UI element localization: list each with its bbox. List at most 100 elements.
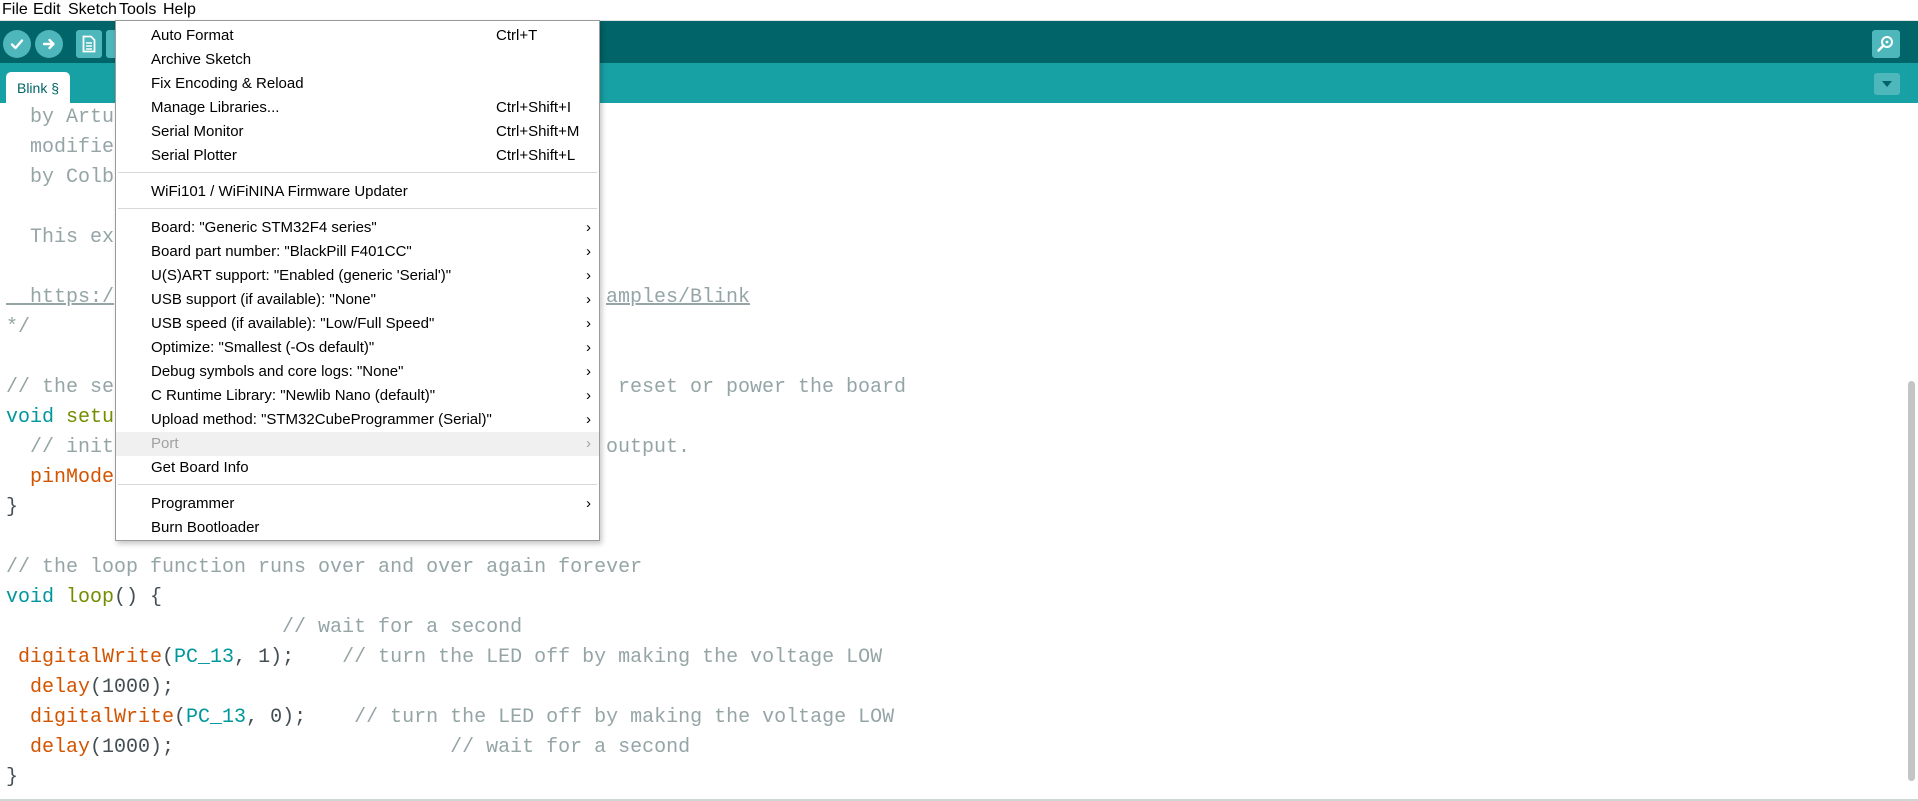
menu-separator: [118, 172, 597, 173]
submenu-arrow-icon: ›: [586, 411, 591, 428]
code-line: }: [6, 496, 19, 519]
menu-item-get-board-info[interactable]: Get Board Info: [116, 456, 599, 480]
menu-item-label: Upload method: "STM32CubeProgrammer (Ser…: [151, 411, 492, 428]
code-function-name: loop: [54, 586, 115, 609]
menu-item-programmer[interactable]: Programmer ›: [116, 492, 599, 516]
menu-bar: File Edit Sketch Tools Help: [0, 0, 1918, 21]
menu-item-label: Serial Monitor: [151, 123, 244, 140]
menu-help[interactable]: Help: [163, 0, 196, 20]
code-punctuation: , 1);: [234, 646, 343, 669]
menu-item-label: Port: [151, 435, 179, 452]
code-link[interactable]: https:/: [6, 286, 114, 309]
submenu-arrow-icon: ›: [586, 315, 591, 332]
submenu-arrow-icon: ›: [586, 291, 591, 308]
upload-button[interactable]: [35, 30, 63, 58]
menu-item-label: Burn Bootloader: [151, 519, 260, 536]
code-line: by Artu: [6, 106, 115, 129]
menu-item-manage-libraries[interactable]: Manage Libraries... Ctrl+Shift+I: [116, 96, 599, 120]
code-function-call: digitalWrite: [6, 706, 175, 729]
code-function-call: digitalWrite: [6, 646, 163, 669]
verify-button[interactable]: [3, 30, 31, 58]
submenu-arrow-icon: ›: [586, 363, 591, 380]
arrow-right-icon: [42, 38, 55, 50]
submenu-arrow-icon: ›: [586, 435, 591, 452]
menu-item-shortcut: Ctrl+T: [496, 27, 538, 44]
menu-item-auto-format[interactable]: Auto Format Ctrl+T: [116, 24, 599, 48]
submenu-arrow-icon: ›: [586, 267, 591, 284]
serial-monitor-button[interactable]: [1872, 30, 1900, 58]
code-line: // init: [6, 436, 115, 459]
code-function-name: setu: [54, 406, 115, 429]
code-punctuation: (1000);: [90, 736, 451, 759]
code-constant: PC_13: [186, 706, 247, 729]
code-comment: // turn the LED off by making the voltag…: [354, 706, 895, 729]
editor-scrollbar[interactable]: [1906, 103, 1918, 799]
menu-item-label: Serial Plotter: [151, 147, 237, 164]
tab-menu-button[interactable]: [1874, 73, 1900, 95]
menu-tools[interactable]: Tools: [119, 0, 156, 20]
code-line: modifie: [6, 136, 115, 159]
menu-item-label: Auto Format: [151, 27, 234, 44]
menu-item-usart-support[interactable]: U(S)ART support: "Enabled (generic 'Seri…: [116, 264, 599, 288]
menu-item-label: U(S)ART support: "Enabled (generic 'Seri…: [151, 267, 452, 284]
submenu-arrow-icon: ›: [586, 495, 591, 512]
code-link[interactable]: amples/Blink: [606, 286, 750, 309]
submenu-arrow-icon: ›: [586, 339, 591, 356]
menu-item-c-runtime-library[interactable]: C Runtime Library: "Newlib Nano (default…: [116, 384, 599, 408]
code-line: digitalWrite(PC_13, 0); // turn the LED …: [6, 703, 894, 733]
menu-item-shortcut: Ctrl+Shift+M: [496, 123, 580, 140]
triangle-down-icon: [1882, 81, 1892, 87]
code-line: // wait for a second: [6, 616, 523, 639]
menu-item-serial-monitor[interactable]: Serial Monitor Ctrl+Shift+M: [116, 120, 599, 144]
menu-item-label: Get Board Info: [151, 459, 249, 476]
code-line: reset or power the board: [606, 376, 907, 399]
code-constant: PC_13: [174, 646, 235, 669]
menu-item-serial-plotter[interactable]: Serial Plotter Ctrl+Shift+L: [116, 144, 599, 168]
code-comment: // wait for a second: [450, 736, 691, 759]
menu-item-board-part-number[interactable]: Board part number: "BlackPill F401CC" ›: [116, 240, 599, 264]
code-line: delay(1000); // wait for a second: [6, 733, 690, 763]
menu-item-wifi-firmware-updater[interactable]: WiFi101 / WiFiNINA Firmware Updater: [116, 180, 599, 204]
menu-item-label: Board: "Generic STM32F4 series": [151, 219, 377, 236]
menu-item-label: USB speed (if available): "Low/Full Spee…: [151, 315, 435, 332]
menu-item-debug-symbols[interactable]: Debug symbols and core logs: "None" ›: [116, 360, 599, 384]
code-line: delay(1000);: [6, 673, 174, 703]
code-function-call: delay: [6, 676, 91, 699]
tab-blink[interactable]: Blink §: [6, 72, 70, 103]
code-line: by Colb: [6, 166, 115, 189]
menu-edit[interactable]: Edit: [33, 0, 61, 20]
code-punctuation: (: [162, 646, 175, 669]
code-line: void loop() {: [6, 583, 162, 613]
submenu-arrow-icon: ›: [586, 219, 591, 236]
code-line: }: [6, 766, 19, 789]
menu-item-fix-encoding[interactable]: Fix Encoding & Reload: [116, 72, 599, 96]
menu-item-label: C Runtime Library: "Newlib Nano (default…: [151, 387, 436, 404]
menu-item-board[interactable]: Board: "Generic STM32F4 series" ›: [116, 216, 599, 240]
menu-item-burn-bootloader[interactable]: Burn Bootloader: [116, 516, 599, 540]
check-icon: [10, 39, 24, 50]
new-sketch-button[interactable]: [76, 30, 102, 58]
code-line: void setu: [6, 403, 114, 433]
code-function-call: delay: [6, 736, 91, 759]
code-punctuation: , 0);: [246, 706, 355, 729]
menu-item-upload-method[interactable]: Upload method: "STM32CubeProgrammer (Ser…: [116, 408, 599, 432]
code-line: digitalWrite(PC_13, 1); // turn the LED …: [6, 643, 882, 673]
menu-file[interactable]: File: [2, 0, 28, 20]
menu-sketch[interactable]: Sketch: [68, 0, 117, 20]
menu-item-label: Manage Libraries...: [151, 99, 280, 116]
menu-item-usb-support[interactable]: USB support (if available): "None" ›: [116, 288, 599, 312]
menu-item-optimize[interactable]: Optimize: "Smallest (-Os default)" ›: [116, 336, 599, 360]
menu-item-usb-speed[interactable]: USB speed (if available): "Low/Full Spee…: [116, 312, 599, 336]
menu-item-port: Port ›: [116, 432, 599, 456]
code-line: // the loop function runs over and over …: [6, 556, 643, 579]
submenu-arrow-icon: ›: [586, 387, 591, 404]
code-comment: // turn the LED off by making the voltag…: [342, 646, 883, 669]
code-line: */: [6, 316, 31, 339]
menu-separator: [118, 484, 597, 485]
scrollbar-thumb[interactable]: [1908, 381, 1915, 781]
submenu-arrow-icon: ›: [586, 243, 591, 260]
menu-item-label: Programmer: [151, 495, 235, 512]
menu-item-archive-sketch[interactable]: Archive Sketch: [116, 48, 599, 72]
menu-item-label: Debug symbols and core logs: "None": [151, 363, 404, 380]
menu-item-label: USB support (if available): "None": [151, 291, 376, 308]
